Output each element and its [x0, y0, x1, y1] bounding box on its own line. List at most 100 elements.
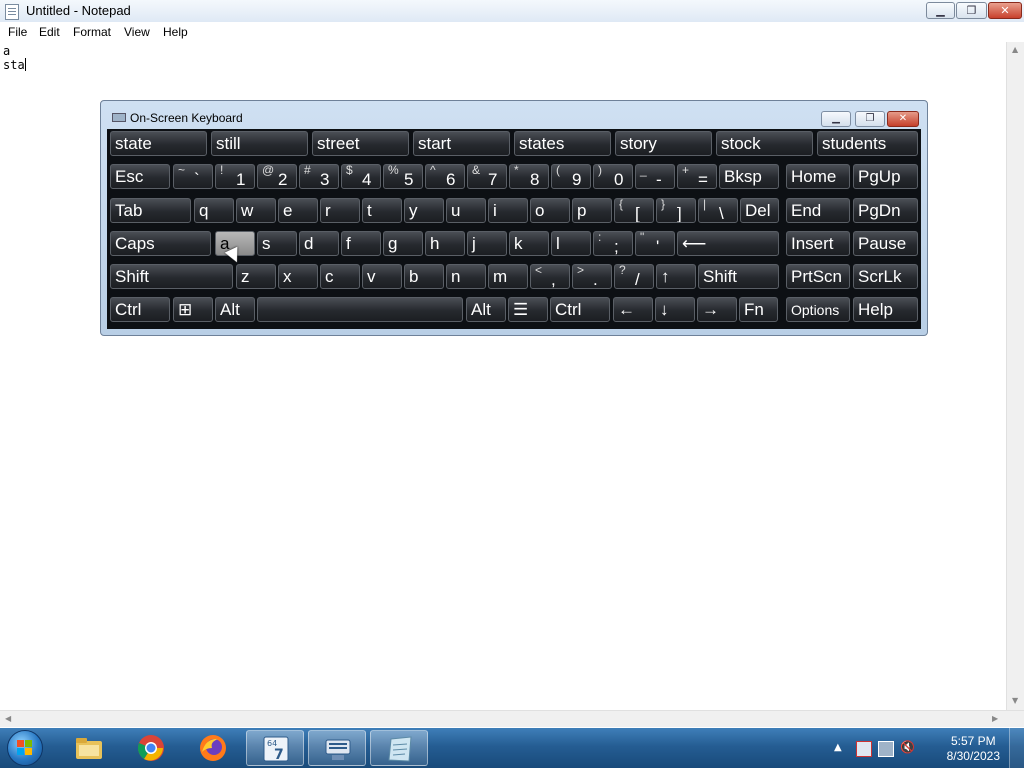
key-right-arrow[interactable]: → [697, 297, 737, 322]
key-pause[interactable]: Pause [853, 231, 918, 256]
key-windows[interactable]: ⊞ [173, 297, 213, 322]
menu-edit[interactable]: Edit [39, 25, 60, 39]
show-hidden-icons-icon[interactable]: ▲ [834, 742, 848, 756]
key-enter[interactable]: ⟵ [677, 231, 779, 256]
key-5[interactable]: % 5 [383, 164, 423, 189]
key-z[interactable]: z [236, 264, 276, 289]
key-left-arrow[interactable]: ← [613, 297, 653, 322]
key-m[interactable]: m [488, 264, 528, 289]
start-button[interactable] [7, 730, 43, 766]
key-end[interactable]: End [786, 198, 850, 223]
key-[[interactable]: {[ [614, 198, 654, 223]
suggestion-start[interactable]: start [413, 131, 510, 156]
key-semicolon[interactable]: :; [593, 231, 633, 256]
menu-format[interactable]: Format [73, 25, 111, 39]
key-7[interactable]: & 7 [467, 164, 507, 189]
key-i[interactable]: i [488, 198, 528, 223]
key-left-shift[interactable]: Shift [110, 264, 233, 289]
key-3[interactable]: #3 [299, 164, 339, 189]
menu-file[interactable]: File [8, 25, 27, 39]
key-scrlk[interactable]: ScrLk [853, 264, 918, 289]
action-center-icon[interactable] [856, 741, 872, 757]
key-w[interactable]: w [236, 198, 276, 223]
key-2[interactable]: @2 [257, 164, 297, 189]
key-down-arrow[interactable]: ↓ [655, 297, 695, 322]
osk-minimize-button[interactable]: ▁ [821, 111, 851, 127]
key-insert[interactable]: Insert [786, 231, 850, 256]
key-][interactable]: }] [656, 198, 696, 223]
key-8[interactable]: * 8 [509, 164, 549, 189]
osk-maximize-button[interactable]: ❐ [855, 111, 885, 127]
key-y[interactable]: y [404, 198, 444, 223]
taskbar-explorer[interactable] [60, 730, 118, 766]
key-pgdn[interactable]: PgDn [853, 198, 918, 223]
suggestion-story[interactable]: story [615, 131, 712, 156]
key-left-ctrl[interactable]: Ctrl [110, 297, 170, 322]
key-menu[interactable]: ☰ [508, 297, 548, 322]
key-prtscn[interactable]: PrtScn [786, 264, 850, 289]
suggestion-states[interactable]: states [514, 131, 611, 156]
key-r[interactable]: r [320, 198, 360, 223]
menu-view[interactable]: View [124, 25, 150, 39]
scroll-up-icon[interactable]: ▲ [1012, 45, 1018, 54]
key-pgup[interactable]: PgUp [853, 164, 918, 189]
key-x[interactable]: x [278, 264, 318, 289]
key-l[interactable]: l [551, 231, 591, 256]
key-f[interactable]: f [341, 231, 381, 256]
key-p[interactable]: p [572, 198, 612, 223]
key-comma[interactable]: <, [530, 264, 570, 289]
key-b[interactable]: b [404, 264, 444, 289]
taskbar-firefox[interactable] [184, 730, 242, 766]
key-right-alt[interactable]: Alt [466, 297, 506, 322]
key-6[interactable]: ^ 6 [425, 164, 465, 189]
key-n[interactable]: n [446, 264, 486, 289]
key-=[interactable]: + = [677, 164, 717, 189]
taskbar-app-64-7[interactable]: 64 7 [246, 730, 304, 766]
taskbar-on-screen-keyboard[interactable] [308, 730, 366, 766]
close-button[interactable]: ✕ [988, 2, 1022, 19]
suggestion-still[interactable]: still [211, 131, 308, 156]
key-right-shift[interactable]: Shift [698, 264, 779, 289]
key-s[interactable]: s [257, 231, 297, 256]
maximize-button[interactable]: ❐ [956, 2, 987, 19]
key-right-ctrl[interactable]: Ctrl [550, 297, 610, 322]
menu-help[interactable]: Help [163, 25, 188, 39]
vertical-scrollbar[interactable]: ▲ ▼ [1006, 42, 1024, 710]
key-g[interactable]: g [383, 231, 423, 256]
key-options[interactable]: Options [786, 297, 850, 322]
taskbar-chrome[interactable] [122, 730, 180, 766]
scroll-right-icon[interactable]: ▶ [992, 714, 998, 723]
suggestion-students[interactable]: students [817, 131, 918, 156]
key-0[interactable]: ) 0 [593, 164, 633, 189]
key-k[interactable]: k [509, 231, 549, 256]
key-esc[interactable]: Esc [110, 164, 170, 189]
key-fn[interactable]: Fn [739, 297, 778, 322]
show-desktop-button[interactable] [1009, 728, 1024, 768]
minimize-button[interactable]: ▁ [926, 2, 955, 19]
key-q[interactable]: q [194, 198, 234, 223]
taskbar-notepad[interactable] [370, 730, 428, 766]
horizontal-scrollbar[interactable]: ◀ ▶ [0, 710, 1024, 727]
key-v[interactable]: v [362, 264, 402, 289]
network-icon[interactable] [878, 741, 894, 757]
suggestion-stock[interactable]: stock [716, 131, 813, 156]
suggestion-state[interactable]: state [110, 131, 207, 156]
key-tab[interactable]: Tab [110, 198, 191, 223]
volume-muted-icon[interactable]: 🔇 [900, 740, 915, 754]
key-4[interactable]: $4 [341, 164, 381, 189]
key-o[interactable]: o [530, 198, 570, 223]
key-del[interactable]: Del [740, 198, 779, 223]
scroll-left-icon[interactable]: ◀ [5, 714, 11, 723]
key-home[interactable]: Home [786, 164, 850, 189]
key-e[interactable]: e [278, 198, 318, 223]
clock[interactable]: 5:57 PM 8/30/2023 [947, 734, 1000, 764]
key-up-arrow[interactable]: ↑ [656, 264, 696, 289]
key-\[interactable]: | \ [698, 198, 738, 223]
key--[interactable]: _ - [635, 164, 675, 189]
key-space[interactable] [257, 297, 463, 322]
key-left-alt[interactable]: Alt [215, 297, 255, 322]
key-9[interactable]: (9 [551, 164, 591, 189]
key-quote[interactable]: " ' [635, 231, 675, 256]
osk-close-button[interactable]: ✕ [887, 111, 919, 127]
key-`[interactable]: ~ ` [173, 164, 213, 189]
